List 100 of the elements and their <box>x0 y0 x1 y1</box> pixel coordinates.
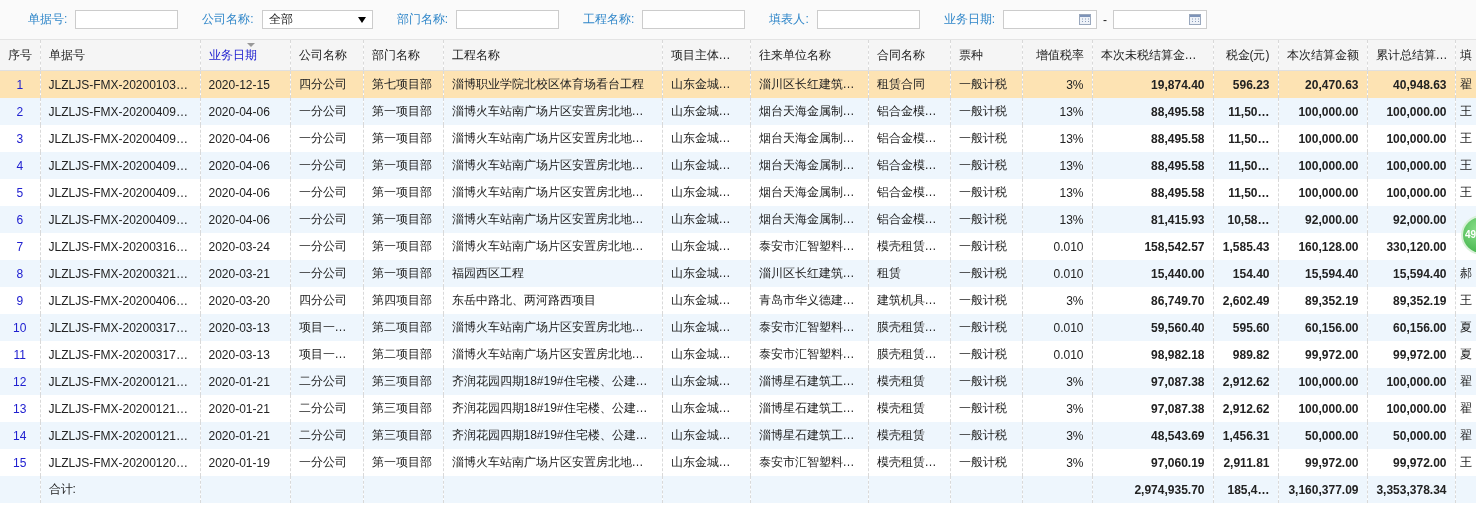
table-cell: 40,948.63 <box>1393 77 1447 92</box>
column-header[interactable]: 本次未税结算金… <box>1092 40 1213 71</box>
table-cell: 第二项目部 <box>371 320 432 334</box>
table-cell: 四分公司 <box>298 77 347 91</box>
table-cell: 第二项目部 <box>371 347 432 361</box>
column-header[interactable]: 序号 <box>0 40 40 71</box>
filter-label: 公司名称: <box>202 11 254 28</box>
table-row[interactable]: 12 JLZLJS-FMX-20200121… 2020-01-21 二分公司 第三项目部 齐润花园四期18#19#住宅楼、公建… 山东金城… 淄博星石建筑工… 模壳租赁 一般计税 3% 97,087.38 2,912.62 100,000.00 100,000.00 翟 <box>0 368 1476 395</box>
table-cell: 10,58… <box>1227 212 1270 227</box>
table-row[interactable]: 2 JLZLJS-FMX-20200409… 2020-04-06 一分公司 第一项目部 淄博火车站南广场片区安置房北地… 山东金城… 烟台天海金属制… 铝合金模… 一般计税 13% 88,495.58 11,50… 100,000.00 100,000.00 王 <box>0 98 1476 125</box>
table-cell: 山东金城… <box>670 185 731 199</box>
column-header[interactable]: 本次结算金额 <box>1278 40 1367 71</box>
filter-label: 业务日期: <box>943 11 996 28</box>
column-header[interactable]: 项目主体… <box>662 40 750 71</box>
table-cell: 7 <box>16 239 24 254</box>
table-cell: JLZLJS-FMX-20200120… <box>48 455 188 470</box>
table-cell: 15,440.00 <box>1151 266 1205 281</box>
table-cell: 2020-01-21 <box>208 374 270 389</box>
table-cell: 项目一… <box>298 347 347 361</box>
table-row[interactable]: 5 JLZLJS-FMX-20200409… 2020-04-06 一分公司 第一项目部 淄博火车站南广场片区安置房北地… 山东金城… 烟台天海金属制… 铝合金模… 一般计税 13% 88,495.58 11,50… 100,000.00 100,000.00 王 <box>0 179 1476 206</box>
table-cell: 一般计税 <box>958 320 1007 334</box>
table-cell: 20,470.63 <box>1305 77 1359 92</box>
column-header[interactable]: 累计总结算… <box>1367 40 1455 71</box>
total-cell: 185,4… <box>1227 482 1270 497</box>
table-cell: 淄博火车站南广场片区安置房北地… <box>451 131 644 145</box>
table-row[interactable]: 13 JLZLJS-FMX-20200121… 2020-01-21 二分公司 第三项目部 齐润花园四期18#19#住宅楼、公建… 山东金城… 淄博星石建筑工… 模壳租赁 一般计税 3% 97,087.38 2,912.62 100,000.00 100,000.00 翟 <box>0 395 1476 422</box>
table-cell: 烟台天海金属制… <box>758 131 855 145</box>
table-cell: 模壳租赁… <box>876 455 937 469</box>
column-header[interactable]: 合同名称 <box>868 40 950 71</box>
table-cell: 山东金城… <box>670 320 731 334</box>
total-cell: 3,160,377.09 <box>1288 482 1359 497</box>
table-cell: 山东金城… <box>670 158 731 172</box>
table-row[interactable]: 3 JLZLJS-FMX-20200409… 2020-04-06 一分公司 第一项目部 淄博火车站南广场片区安置房北地… 山东金城… 烟台天海金属制… 铝合金模… 一般计税 13% 88,495.58 11,50… 100,000.00 100,000.00 王 <box>0 125 1476 152</box>
table-cell: 第一项目部 <box>371 104 432 118</box>
table-cell: 山东金城… <box>670 266 731 280</box>
table-cell: 97,087.38 <box>1151 374 1205 389</box>
table-cell: 山东金城… <box>670 239 731 253</box>
table-cell: 97,087.38 <box>1151 401 1205 416</box>
table-cell: 3% <box>1066 428 1084 443</box>
table-cell: 租赁 <box>876 266 901 280</box>
column-header[interactable]: 业务日期 <box>200 40 290 71</box>
filter-label: 填表人: <box>769 11 809 28</box>
text-field[interactable] <box>75 10 179 29</box>
table-cell: 第一项目部 <box>371 266 432 280</box>
table-cell: 山东金城… <box>670 401 731 415</box>
table-cell: 100,000.00 <box>1298 401 1359 416</box>
column-header[interactable]: 单据号 <box>40 40 200 71</box>
column-header[interactable]: 填 <box>1455 40 1476 71</box>
table-cell: 一般计税 <box>958 185 1007 199</box>
column-header[interactable]: 往来单位名称 <box>750 40 868 71</box>
column-header[interactable]: 部门名称 <box>363 40 443 71</box>
table-cell: 2020-03-20 <box>208 293 270 308</box>
table-cell: 99,972.00 <box>1393 347 1447 362</box>
table-row[interactable]: 9 JLZLJS-FMX-20200406… 2020-03-20 四分公司 第四项目部 东岳中路北、两河路西项目 山东金城… 青岛市华义德建… 建筑机具… 一般计税 3% 86,749.70 2,602.49 89,352.19 89,352.19 王 <box>0 287 1476 314</box>
table-cell: 四分公司 <box>298 293 347 307</box>
table-row[interactable]: 10 JLZLJS-FMX-20200317… 2020-03-13 项目一… 第二项目部 淄博火车站南广场片区安置房北地… 山东金城… 泰安市汇智塑料… 膜壳租赁… 一般计税 0.010 59,560.40 595.60 60,156.00 60,156.00 夏 <box>0 314 1476 341</box>
table-cell: 山东金城… <box>670 104 731 118</box>
table-cell: 铝合金模… <box>876 212 937 226</box>
table-cell: 14 <box>13 428 27 443</box>
table-cell: 淄博火车站南广场片区安置房北地… <box>451 320 644 334</box>
table-cell: 夏 <box>1459 347 1472 361</box>
table-cell: 东岳中路北、两河路西项目 <box>451 293 596 307</box>
table-cell: 第一项目部 <box>371 455 432 469</box>
total-cell: 2,974,935.70 <box>1134 482 1205 497</box>
table-cell: 一般计税 <box>958 293 1007 307</box>
table-cell: 一般计税 <box>958 455 1007 469</box>
table-cell: 11,50… <box>1228 131 1270 146</box>
table-cell: 100,000.00 <box>1386 401 1447 416</box>
text-field[interactable] <box>456 10 560 29</box>
table-cell: 第一项目部 <box>371 239 432 253</box>
table-cell: 淄博火车站南广场片区安置房北地… <box>451 104 644 118</box>
column-header[interactable]: 公司名称 <box>290 40 363 71</box>
table-cell: JLZLJS-FMX-20200409… <box>48 131 188 146</box>
table-cell: 模壳租赁… <box>876 239 937 253</box>
text-field[interactable] <box>816 10 920 29</box>
table-row[interactable]: 1 JLZLJS-FMX-20200103… 2020-12-15 四分公司 第七项目部 淄博职业学院北校区体育场看台工程 山东金城… 淄川区长红建筑… 租赁合同 一般计税 3% 19,874.40 596.23 20,470.63 40,948.63 翟 <box>0 70 1476 98</box>
table-cell: 翟 <box>1459 77 1472 91</box>
table-cell: 第三项目部 <box>371 428 432 442</box>
column-header[interactable]: 票种 <box>950 40 1022 71</box>
table-cell: 烟台天海金属制… <box>758 104 855 118</box>
table-cell: 2020-12-15 <box>208 77 270 92</box>
column-header[interactable]: 增值税率 <box>1022 40 1092 71</box>
table-cell: 烟台天海金属制… <box>758 185 855 199</box>
table-row[interactable]: 14 JLZLJS-FMX-20200121… 2020-01-21 二分公司 第三项目部 齐润花园四期18#19#住宅楼、公建… 山东金城… 淄博星石建筑工… 模壳租赁 一般计税 3% 48,543.69 1,456.31 50,000.00 50,000.00 翟 <box>0 422 1476 449</box>
dropdown[interactable]: 全部 <box>261 10 373 29</box>
date-field[interactable] <box>1003 10 1098 29</box>
table-cell: 50,000.00 <box>1305 428 1359 443</box>
table-cell: 2020-03-13 <box>208 320 270 335</box>
text-field[interactable] <box>642 10 746 29</box>
date-field[interactable] <box>1113 10 1208 29</box>
table-row[interactable]: 15 JLZLJS-FMX-20200120… 2020-01-19 一分公司 第一项目部 淄博火车站南广场片区安置房北地… 山东金城… 泰安市汇智塑料… 模壳租赁… 一般计税 3% 97,060.19 2,911.81 99,972.00 99,972.00 王 <box>0 449 1476 476</box>
table-cell: 一分公司 <box>298 104 347 118</box>
table-row[interactable]: 4 JLZLJS-FMX-20200409… 2020-04-06 一分公司 第一项目部 淄博火车站南广场片区安置房北地… 山东金城… 烟台天海金属制… 铝合金模… 一般计税 13% 88,495.58 11,50… 100,000.00 100,000.00 王 <box>0 152 1476 179</box>
column-header[interactable]: 税金(元) <box>1213 40 1278 71</box>
table-cell: 铝合金模… <box>876 158 937 172</box>
column-header[interactable]: 工程名称 <box>443 40 662 71</box>
table-row[interactable]: 11 JLZLJS-FMX-20200317… 2020-03-13 项目一… 第二项目部 淄博火车站南广场片区安置房北地… 山东金城… 泰安市汇智塑料… 膜壳租赁… 一般计税 0.010 98,982.18 989.82 99,972.00 99,972.00 夏 <box>0 341 1476 368</box>
table-cell: 淄博火车站南广场片区安置房北地… <box>451 185 644 199</box>
table-cell: 一般计税 <box>958 401 1007 415</box>
table-row[interactable]: 8 JLZLJS-FMX-20200321… 2020-03-21 一分公司 第一项目部 福园西区工程 山东金城… 淄川区长红建筑… 租赁 一般计税 0.010 15,440.00 154.40 15,594.40 15,594.40 郝 <box>0 260 1476 287</box>
